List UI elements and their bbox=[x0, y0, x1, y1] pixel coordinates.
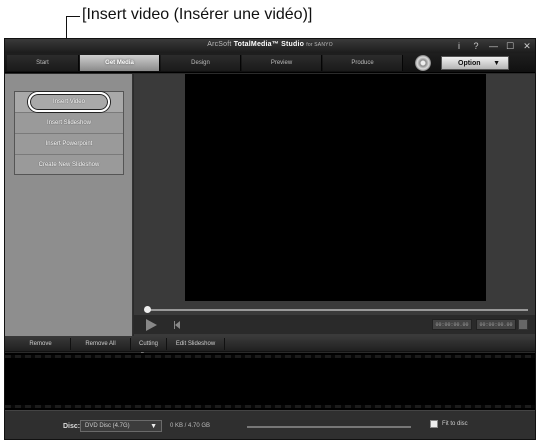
cutting-room-button[interactable]: Cutting Room bbox=[131, 338, 167, 359]
tab-preview[interactable]: Preview bbox=[242, 55, 322, 71]
disc-capacity-bar bbox=[247, 426, 411, 428]
disc-type-select[interactable]: DVD Disc (4.7G) ▼ bbox=[80, 420, 162, 432]
disc-usage-text: 0 KB / 4.70 GB bbox=[170, 423, 211, 429]
title-product: TotalMedia bbox=[233, 41, 272, 48]
maximize-icon[interactable]: ☐ bbox=[506, 40, 514, 52]
storyboard[interactable] bbox=[5, 353, 535, 410]
media-toolbar: Remove Remove All Cutting Room Edit Slid… bbox=[5, 336, 535, 359]
play-icon[interactable] bbox=[146, 319, 157, 331]
main-tab-bar: Start Get Media Design Preview Produce O… bbox=[5, 53, 535, 73]
option-button-label: Option bbox=[458, 60, 481, 67]
chevron-down-icon: ▼ bbox=[493, 60, 500, 67]
title-for: for SANYO bbox=[306, 42, 333, 48]
insert-slideshow-button[interactable]: Insert Slideshow bbox=[15, 113, 123, 134]
video-preview-screen bbox=[185, 74, 486, 301]
disc-type-value: DVD Disc (4.7G) bbox=[85, 423, 130, 429]
status-bar: Disc: DVD Disc (4.7G) ▼ 0 KB / 4.70 GB F… bbox=[5, 410, 535, 439]
tab-produce[interactable]: Produce bbox=[323, 55, 403, 71]
remove-button[interactable]: Remove bbox=[11, 338, 71, 350]
timecode-current: 00:00:00.00 bbox=[432, 319, 472, 330]
window-controls: i ? — ☐ ✕ bbox=[455, 40, 531, 52]
title-suffix: ™ Studio bbox=[271, 41, 305, 48]
tab-start[interactable]: Start bbox=[7, 55, 79, 71]
callout-leader-horizontal bbox=[66, 16, 80, 17]
callout-annotation: [Insert video (Insérer une vidéo)] bbox=[0, 0, 540, 94]
create-new-slideshow-button[interactable]: Create New Slideshow bbox=[15, 155, 123, 176]
seek-handle[interactable] bbox=[144, 306, 151, 313]
help-icon[interactable]: ? bbox=[472, 40, 480, 52]
timecode-total: 00:00:00.00 bbox=[476, 319, 516, 330]
edit-slideshow-button[interactable]: Edit Slideshow bbox=[167, 338, 225, 350]
seek-bar[interactable] bbox=[146, 309, 528, 311]
title-bar[interactable]: ArcSoft TotalMedia™ Studio for SANYO i ?… bbox=[5, 39, 535, 53]
disc-icon bbox=[415, 55, 431, 71]
minimize-icon[interactable]: — bbox=[489, 40, 498, 52]
player-controls: 00:00:00.00 00:00:00.00 bbox=[134, 315, 535, 334]
preview-area: 00:00:00.00 00:00:00.00 bbox=[134, 74, 535, 336]
timecode-spinner[interactable] bbox=[518, 319, 528, 330]
fit-to-disc-checkbox[interactable] bbox=[430, 420, 438, 428]
callout-highlight-ring bbox=[28, 92, 110, 112]
app-window: ArcSoft TotalMedia™ Studio for SANYO i ?… bbox=[4, 38, 536, 440]
title-prefix: ArcSoft bbox=[207, 41, 232, 48]
storyboard-stripe-top bbox=[5, 355, 535, 358]
disc-label: Disc: bbox=[63, 423, 81, 430]
tab-get-media[interactable]: Get Media bbox=[80, 55, 160, 71]
fit-to-disc-label: Fit to disc bbox=[442, 421, 468, 427]
insert-powerpoint-button[interactable]: Insert Powerpoint bbox=[15, 134, 123, 155]
option-button[interactable]: Option ▼ bbox=[441, 56, 509, 70]
step-back-icon[interactable] bbox=[174, 321, 181, 329]
close-icon[interactable]: ✕ bbox=[523, 40, 531, 52]
chevron-down-icon: ▼ bbox=[150, 423, 157, 430]
storyboard-stripe-bottom bbox=[5, 405, 535, 408]
media-panel: Insert Video Insert Slideshow Insert Pow… bbox=[5, 74, 133, 336]
remove-all-button[interactable]: Remove All bbox=[71, 338, 131, 350]
tab-design[interactable]: Design bbox=[161, 55, 241, 71]
info-icon[interactable]: i bbox=[455, 40, 463, 52]
callout-text: [Insert video (Insérer une vidéo)] bbox=[82, 6, 313, 23]
